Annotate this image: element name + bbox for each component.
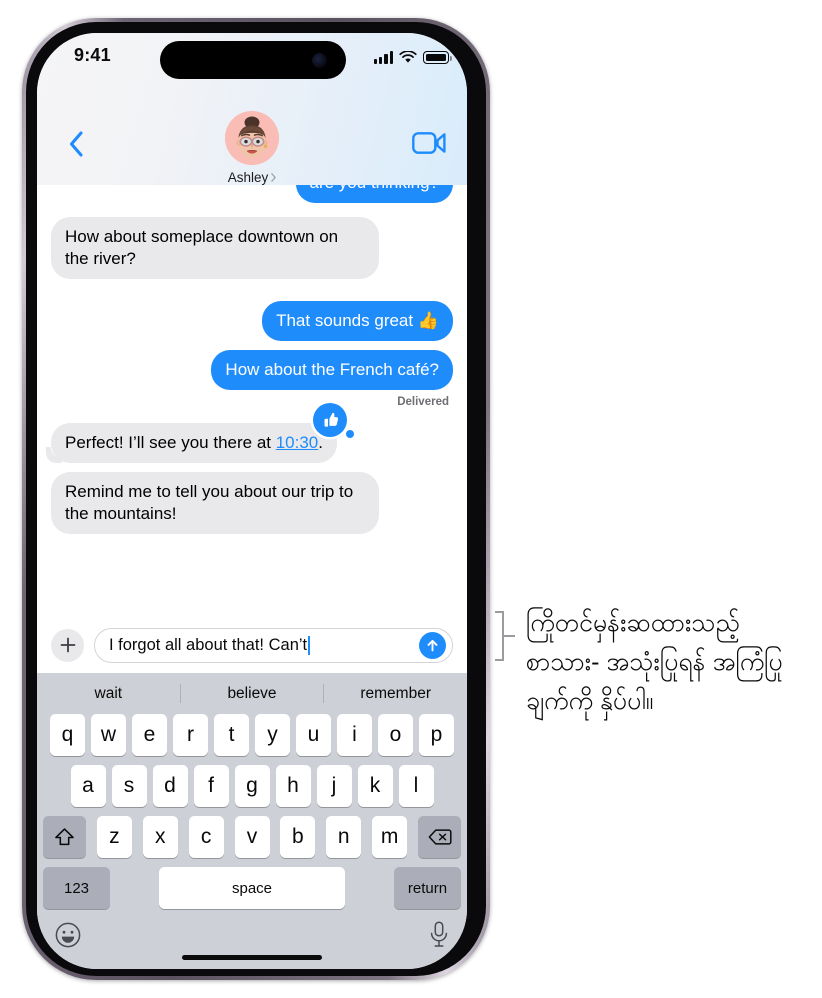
key-r[interactable]: r (173, 714, 208, 756)
message-bubble-outgoing[interactable]: How about the French café? (211, 350, 453, 390)
bubble-tail (46, 447, 62, 463)
message-bubble-incoming[interactable]: How about someplace downtown on the rive… (51, 217, 379, 279)
status-bar: 9:41 (37, 33, 467, 81)
plus-icon (60, 637, 75, 653)
on-screen-keyboard[interactable]: wait believe remember q w e r t y u i o (37, 673, 467, 969)
return-key[interactable]: return (394, 867, 461, 909)
message-time-link[interactable]: 10:30 (276, 433, 319, 452)
message-bubble-outgoing[interactable]: That sounds great 👍 (262, 301, 453, 341)
message-row: How about the French café? (37, 350, 467, 390)
key-o[interactable]: o (378, 714, 413, 756)
key-v[interactable]: v (234, 816, 270, 858)
messages-header: 9:41 Ashley (37, 33, 467, 185)
text-caret (308, 635, 311, 655)
front-camera-icon (312, 53, 327, 68)
message-row: That sounds great 👍 (37, 301, 467, 341)
message-text-before: Perfect! I’ll see you there at (65, 433, 276, 452)
battery-full-icon (423, 51, 452, 64)
key-s[interactable]: s (111, 765, 147, 807)
key-f[interactable]: f (193, 765, 229, 807)
key-w[interactable]: w (91, 714, 126, 756)
avatar (225, 111, 279, 165)
key-d[interactable]: d (152, 765, 188, 807)
delivery-status-label: Delivered (397, 396, 449, 408)
prediction-wait[interactable]: wait (37, 685, 180, 703)
message-row: Remind me to tell you about our trip to … (37, 472, 467, 534)
keyboard-row-4: 123 space return (37, 867, 467, 909)
key-e[interactable]: e (132, 714, 167, 756)
message-bubble-incoming[interactable]: Remind me to tell you about our trip to … (51, 472, 379, 534)
contact-name: Ashley (227, 170, 269, 185)
message-text-after: . (318, 433, 323, 452)
prediction-believe[interactable]: believe (181, 685, 324, 703)
shift-arrow-up-icon (55, 828, 74, 846)
predictive-text-bar[interactable]: wait believe remember (37, 673, 467, 714)
device-bezel: 9:41 Ashley How about someplace downtown… (26, 22, 486, 976)
contact-name-row[interactable]: Ashley (228, 170, 277, 185)
message-thread[interactable]: are you thinking? How about someplace do… (37, 185, 467, 617)
key-c[interactable]: c (188, 816, 224, 858)
iphone-screen: 9:41 Ashley How about someplace downtown… (37, 33, 467, 969)
send-button[interactable] (419, 631, 446, 659)
emoji-smiley-icon (55, 922, 81, 947)
delete-key[interactable] (418, 816, 461, 858)
message-input-bar: I forgot all about that! Can’t (37, 617, 467, 673)
thumbs-up-reaction-badge[interactable] (313, 403, 354, 438)
callout-annotation: ကြိုတင်မှန်းဆထားသည့် စာသား- အသုံးပြုရန် … (492, 604, 812, 721)
keyboard-row-1: q w e r t y u i o p (37, 714, 467, 756)
chevron-right-icon (271, 173, 277, 182)
key-n[interactable]: n (326, 816, 362, 858)
keyboard-row-2: a s d f g h j k l (37, 765, 467, 807)
microphone-icon (430, 921, 448, 947)
key-a[interactable]: a (70, 765, 106, 807)
key-l[interactable]: l (398, 765, 434, 807)
key-u[interactable]: u (296, 714, 331, 756)
key-y[interactable]: y (255, 714, 290, 756)
dictation-button[interactable] (429, 921, 449, 953)
message-bubble-incoming[interactable]: Perfect! I’ll see you there at 10:30. (46, 423, 337, 463)
key-z[interactable]: z (96, 816, 132, 858)
wifi-icon (399, 51, 417, 63)
space-key[interactable]: space (159, 867, 345, 909)
message-input-value: I forgot all about that! Can’t (109, 635, 308, 654)
key-m[interactable]: m (372, 816, 408, 858)
status-bar-indicators (373, 47, 452, 64)
delete-backspace-icon (428, 829, 452, 845)
send-arrow-up-icon (427, 639, 438, 651)
signal-bars-icon (373, 51, 393, 64)
callout-text: ကြိုတင်မှန်းဆထားသည့် စာသား- အသုံးပြုရန် … (526, 609, 783, 715)
emoji-button[interactable] (55, 922, 81, 953)
key-k[interactable]: k (357, 765, 393, 807)
key-t[interactable]: t (214, 714, 249, 756)
message-row: are you thinking? (37, 185, 467, 203)
key-i[interactable]: i (337, 714, 372, 756)
key-g[interactable]: g (234, 765, 270, 807)
message-clipped-top: are you thinking? (37, 185, 467, 209)
key-p[interactable]: p (419, 714, 454, 756)
message-row: How about someplace downtown on the rive… (37, 217, 467, 279)
message-row: Perfect! I’ll see you there at 10:30. (37, 403, 467, 463)
shift-key[interactable] (43, 816, 86, 858)
key-x[interactable]: x (142, 816, 178, 858)
home-indicator[interactable] (182, 955, 322, 960)
key-j[interactable]: j (316, 765, 352, 807)
message-with-reaction: Perfect! I’ll see you there at 10:30. (46, 403, 354, 463)
thumbs-up-icon (324, 412, 339, 427)
keyboard-row-3: z x c v b n m (37, 816, 467, 858)
callout-bracket-icon (495, 611, 515, 661)
key-q[interactable]: q (50, 714, 85, 756)
numbers-key[interactable]: 123 (43, 867, 110, 909)
add-attachment-button[interactable] (51, 628, 84, 662)
key-h[interactable]: h (275, 765, 311, 807)
message-text-field[interactable]: I forgot all about that! Can’t (94, 627, 453, 663)
iphone-device-frame: 9:41 Ashley How about someplace downtown… (22, 18, 490, 980)
key-b[interactable]: b (280, 816, 316, 858)
prediction-remember[interactable]: remember (324, 685, 467, 703)
contact-header-button[interactable]: Ashley (37, 111, 467, 185)
status-bar-clock: 9:41 (74, 45, 111, 65)
message-bubble-outgoing[interactable]: are you thinking? (295, 185, 453, 203)
dynamic-island (160, 41, 346, 79)
memoji-avatar-icon (225, 111, 279, 165)
